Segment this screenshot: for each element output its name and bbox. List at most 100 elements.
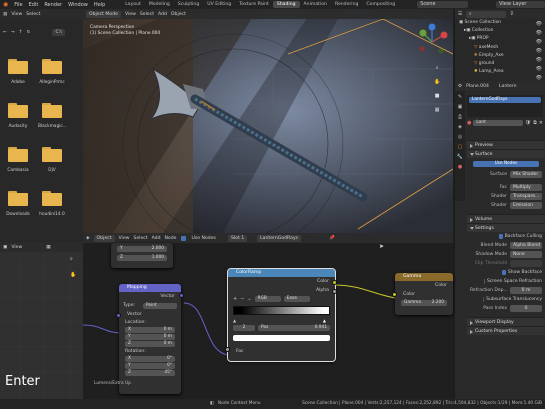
menu-render[interactable]: Render <box>44 2 62 8</box>
eye-icon[interactable]: 👁 <box>536 48 542 56</box>
pan-hand-icon[interactable]: ✋ <box>70 272 76 278</box>
checkbox[interactable] <box>501 270 506 275</box>
surface-section[interactable]: Surface <box>467 149 545 158</box>
y-field[interactable]: Y 2.000 <box>117 246 167 252</box>
vector-input-socket[interactable] <box>116 313 121 318</box>
material-slot-list[interactable]: LanternGodRays <box>467 95 543 117</box>
delete-icon[interactable]: ✕ <box>539 120 543 126</box>
object-type-dropdown[interactable]: Object <box>93 234 115 242</box>
alpha-output-socket[interactable] <box>332 289 337 294</box>
volume-section[interactable]: Volume <box>467 214 545 223</box>
eye-icon[interactable]: 👁 <box>536 57 542 65</box>
vector-node-partial[interactable]: Y 2.000 Z 1.000 <box>111 243 173 268</box>
outliner-row[interactable]: ▸▣ Collection <box>459 27 545 35</box>
zoom-icon[interactable]: ⌕ <box>70 256 73 262</box>
location-y-field[interactable]: Y 0 m <box>125 334 175 340</box>
grid-icon[interactable]: ▦ <box>435 107 440 113</box>
preview-section[interactable]: Preview <box>467 140 545 149</box>
folder-item[interactable]: houdini14.0 <box>38 191 66 217</box>
back-arrow-icon[interactable]: ← <box>3 30 7 35</box>
checkbox[interactable] <box>483 279 485 284</box>
outliner-row[interactable]: ▸▣ PROP <box>459 35 545 43</box>
folder-item[interactable]: AlleginPrmc <box>38 59 66 85</box>
rotation-z-field[interactable]: Z 45° <box>125 370 175 376</box>
modifier-tab-icon[interactable]: 🔧 <box>457 154 463 160</box>
material-sphere-icon[interactable]: ● <box>467 120 471 126</box>
material-name-field[interactable]: Lant <box>473 120 523 126</box>
prop-value[interactable]: Transpare... <box>510 193 542 200</box>
gamma-value-field[interactable]: Gamma 2.200 <box>401 300 447 306</box>
prop-value[interactable]: None <box>510 251 542 258</box>
folder-item[interactable]: Audacity <box>4 103 32 129</box>
tab-rendering[interactable]: Rendering <box>331 1 362 8</box>
menu-edit[interactable]: Edit <box>29 2 39 8</box>
remove-stop-icon[interactable]: − <box>240 296 244 302</box>
properties-editor-icon[interactable]: ⚙ <box>458 84 462 89</box>
ne-menu-node[interactable]: Node <box>165 236 177 241</box>
viewport-display-section[interactable]: Viewport Display <box>467 317 545 326</box>
material-tab-icon[interactable]: ● <box>458 164 462 170</box>
menu-help[interactable]: Help <box>94 2 105 8</box>
tab-compositing[interactable]: Compositing <box>362 1 399 8</box>
fb-menu-select[interactable]: Select <box>26 12 40 17</box>
use-nodes-button[interactable]: Use Nodes <box>473 161 539 167</box>
stop-marker-icon[interactable]: ▲ <box>233 318 236 323</box>
eye-icon[interactable]: 👁 <box>536 21 542 29</box>
ramp-menu-icon[interactable]: ⌄ <box>247 296 251 302</box>
vp-menu-view[interactable]: View <box>125 12 136 17</box>
sss-translucency-row[interactable]: Subsurface Translucency <box>467 295 545 304</box>
scene-selector[interactable]: Scene <box>417 1 469 8</box>
folder-item[interactable]: Cambasia <box>4 147 32 173</box>
add-stop-icon[interactable]: + <box>233 296 237 302</box>
outliner-row[interactable]: ▽ axeMesh <box>459 44 545 52</box>
material-dropdown[interactable]: LanternGodRays <box>257 234 302 242</box>
folder-item[interactable]: Downloads <box>4 191 32 217</box>
path-field[interactable]: C:\ <box>52 28 65 36</box>
interpolation-dropdown[interactable]: Ease <box>283 296 310 302</box>
scene-tab-icon[interactable]: ◈ <box>458 124 462 130</box>
zoom-icon[interactable]: ⌕ <box>436 65 439 71</box>
color-mode-dropdown[interactable]: RGB <box>254 296 281 302</box>
prop-value[interactable]: Emission <box>510 202 542 209</box>
parent-dir-icon[interactable]: ↑ <box>19 30 23 35</box>
tab-uv-editing[interactable]: UV Editing <box>203 1 235 8</box>
stop-color-swatch[interactable] <box>233 335 330 341</box>
refresh-icon[interactable]: ↻ <box>27 30 31 35</box>
active-stop-field[interactable]: 2 <box>233 325 255 331</box>
outliner-row[interactable]: ✸ Lamp_Area <box>459 68 545 76</box>
rotation-x-field[interactable]: X 0° <box>125 356 175 362</box>
shader-node-editor[interactable]: ◈ Object View Select Add Node Use Nodes … <box>83 233 453 399</box>
prop-value[interactable]: 0 <box>510 305 542 312</box>
fake-user-icon[interactable]: 🛡 <box>525 120 531 126</box>
ssr-row[interactable]: Screen Space Refraction <box>467 277 545 286</box>
use-nodes-checkbox[interactable] <box>180 235 186 241</box>
z-field[interactable]: Z 1.000 <box>117 255 167 261</box>
render-tab-icon[interactable]: ▣ <box>458 104 463 110</box>
image-editor-type-icon[interactable]: ▣ <box>3 245 7 250</box>
checkbox[interactable] <box>482 297 485 302</box>
3d-viewport[interactable]: Object Mode View Select Add Object Camer… <box>83 9 453 233</box>
prop-value[interactable]: Multiply <box>510 184 542 191</box>
vp-menu-object[interactable]: Object <box>171 12 186 17</box>
tab-texture-paint[interactable]: Texture Paint <box>235 1 273 8</box>
colorramp-node-title[interactable]: ColorRamp <box>228 269 335 277</box>
stop-marker-icon[interactable]: ▲ <box>323 318 326 323</box>
fac-input-socket[interactable] <box>225 347 230 352</box>
outliner-row[interactable]: ✥ Empty_Axe <box>459 52 545 60</box>
color-input-socket[interactable] <box>392 292 397 297</box>
blender-logo-icon[interactable]: ◉ <box>3 1 8 8</box>
ne-menu-add[interactable]: Add <box>152 236 161 241</box>
mapping-type-dropdown[interactable]: Point <box>143 302 177 309</box>
rotation-y-field[interactable]: Y 0° <box>125 363 175 369</box>
tab-shading[interactable]: Shading <box>272 1 300 8</box>
navigation-gizmo[interactable] <box>413 23 451 61</box>
tab-modeling[interactable]: Modeling <box>145 1 174 8</box>
camera-view-icon[interactable]: ■ <box>435 93 440 99</box>
forward-arrow-icon[interactable]: → <box>11 30 15 35</box>
vp-menu-add[interactable]: Add <box>158 12 167 17</box>
folder-item[interactable]: Blackmagic... <box>38 103 67 129</box>
ie-menu-view[interactable]: View <box>11 245 22 250</box>
menu-file[interactable]: File <box>14 2 22 8</box>
output-tab-icon[interactable]: ⎙ <box>458 114 462 120</box>
object-tab-icon[interactable]: ▢ <box>458 144 463 150</box>
